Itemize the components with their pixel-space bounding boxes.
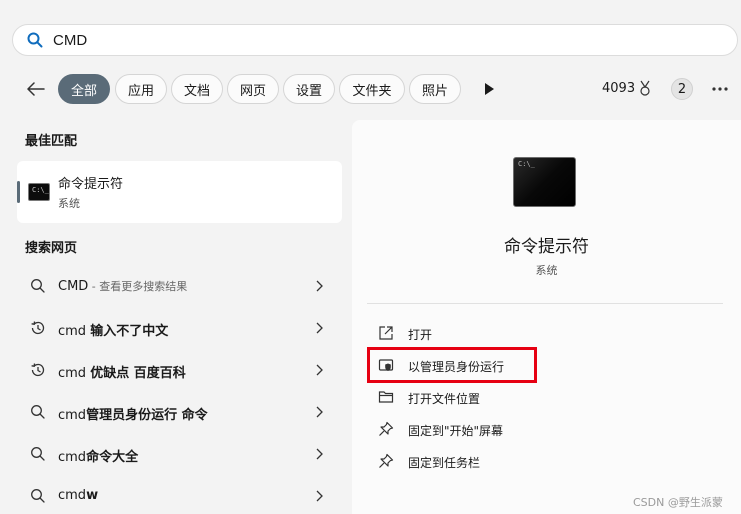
- tab-all[interactable]: 全部: [58, 74, 110, 104]
- web-search-heading: 搜索网页: [25, 241, 78, 256]
- back-arrow-icon: [27, 82, 45, 96]
- back-button[interactable]: [24, 78, 48, 100]
- web-search-item-label: CMD - 查看更多搜索结果: [58, 279, 188, 294]
- shield-icon: [378, 359, 394, 371]
- action-pin-to-taskbar[interactable]: 固定到任务栏: [372, 448, 672, 474]
- action-open-file-location[interactable]: 打开文件位置: [372, 384, 672, 410]
- chevron-right-icon: [316, 448, 323, 460]
- history-icon: [31, 321, 45, 335]
- search-icon: [31, 489, 45, 503]
- chevron-right-icon: [316, 364, 323, 376]
- web-search-item[interactable]: cmd命令大全: [17, 436, 342, 472]
- cmd-app-icon: C:\_: [513, 157, 576, 207]
- search-input[interactable]: [53, 31, 653, 49]
- tab-apps[interactable]: 应用: [115, 74, 167, 104]
- search-icon: [27, 32, 43, 48]
- pin-icon: [379, 453, 394, 468]
- chevron-right-icon: [316, 322, 323, 334]
- cmd-app-icon: C:\_: [28, 183, 50, 201]
- search-icon: [31, 447, 45, 461]
- selection-indicator: [17, 181, 20, 203]
- action-open[interactable]: 打开: [372, 320, 672, 346]
- medal-icon: [640, 80, 650, 96]
- action-label: 以管理员身份运行: [408, 360, 505, 374]
- history-icon: [31, 363, 45, 377]
- web-search-item[interactable]: cmd 优缺点 百度百科: [17, 352, 342, 388]
- search-icon: [31, 279, 45, 293]
- more-options-button[interactable]: [710, 78, 730, 100]
- chevron-right-icon: [316, 490, 323, 502]
- search-bar[interactable]: [12, 24, 738, 56]
- best-match-subtitle: 系统: [58, 197, 80, 210]
- folder-icon: [378, 391, 394, 403]
- web-search-item[interactable]: cmdw: [17, 478, 342, 514]
- detail-panel: C:\_ 命令提示符 系统 打开 以管理员身份运行 打开文件位置 固定到"开始"…: [352, 120, 741, 514]
- rewards-points[interactable]: 4093: [602, 80, 652, 96]
- web-search-item-label: cmd 优缺点 百度百科: [58, 366, 186, 381]
- open-external-icon: [379, 326, 393, 340]
- web-search-item-label: cmdw: [58, 488, 99, 503]
- action-pin-to-start[interactable]: 固定到"开始"屏幕: [372, 416, 672, 442]
- action-label: 打开: [408, 328, 433, 342]
- rewards-points-value: 4093: [602, 80, 636, 96]
- pin-icon: [379, 421, 394, 436]
- web-search-item[interactable]: cmd管理员身份运行 命令: [17, 394, 342, 430]
- web-search-item[interactable]: cmd 输入不了中文: [17, 310, 342, 346]
- best-match-heading: 最佳匹配: [25, 134, 78, 149]
- tab-folders[interactable]: 文件夹: [339, 74, 405, 104]
- filter-row: 全部 应用 文档 网页 设置 文件夹 照片 4093 2: [0, 70, 741, 108]
- tab-documents[interactable]: 文档: [171, 74, 223, 104]
- tab-photos[interactable]: 照片: [409, 74, 461, 104]
- divider: [367, 303, 723, 304]
- web-search-item-label: cmd 输入不了中文: [58, 324, 169, 339]
- action-label: 打开文件位置: [408, 392, 481, 406]
- more-icon: [712, 87, 728, 91]
- search-icon: [31, 405, 45, 419]
- watermark: CSDN @野生派蒙: [633, 496, 723, 509]
- more-filters-button[interactable]: [480, 80, 498, 98]
- chevron-right-icon: [316, 280, 323, 292]
- chevron-right-icon: [316, 406, 323, 418]
- detail-title: 命令提示符: [504, 237, 589, 257]
- action-label: 固定到任务栏: [408, 456, 481, 470]
- best-match-item[interactable]: C:\_ 命令提示符 系统: [17, 161, 342, 223]
- notification-badge[interactable]: 2: [671, 78, 693, 100]
- web-search-item-label: cmd管理员身份运行 命令: [58, 408, 208, 423]
- web-search-item[interactable]: CMD - 查看更多搜索结果: [17, 268, 342, 304]
- tab-settings[interactable]: 设置: [283, 74, 335, 104]
- best-match-title: 命令提示符: [58, 177, 124, 192]
- tab-web[interactable]: 网页: [227, 74, 279, 104]
- web-search-item-label: cmd命令大全: [58, 450, 139, 465]
- play-icon: [485, 83, 494, 95]
- action-run-as-admin[interactable]: 以管理员身份运行: [372, 352, 672, 378]
- detail-subtitle: 系统: [535, 264, 558, 277]
- action-label: 固定到"开始"屏幕: [408, 424, 504, 438]
